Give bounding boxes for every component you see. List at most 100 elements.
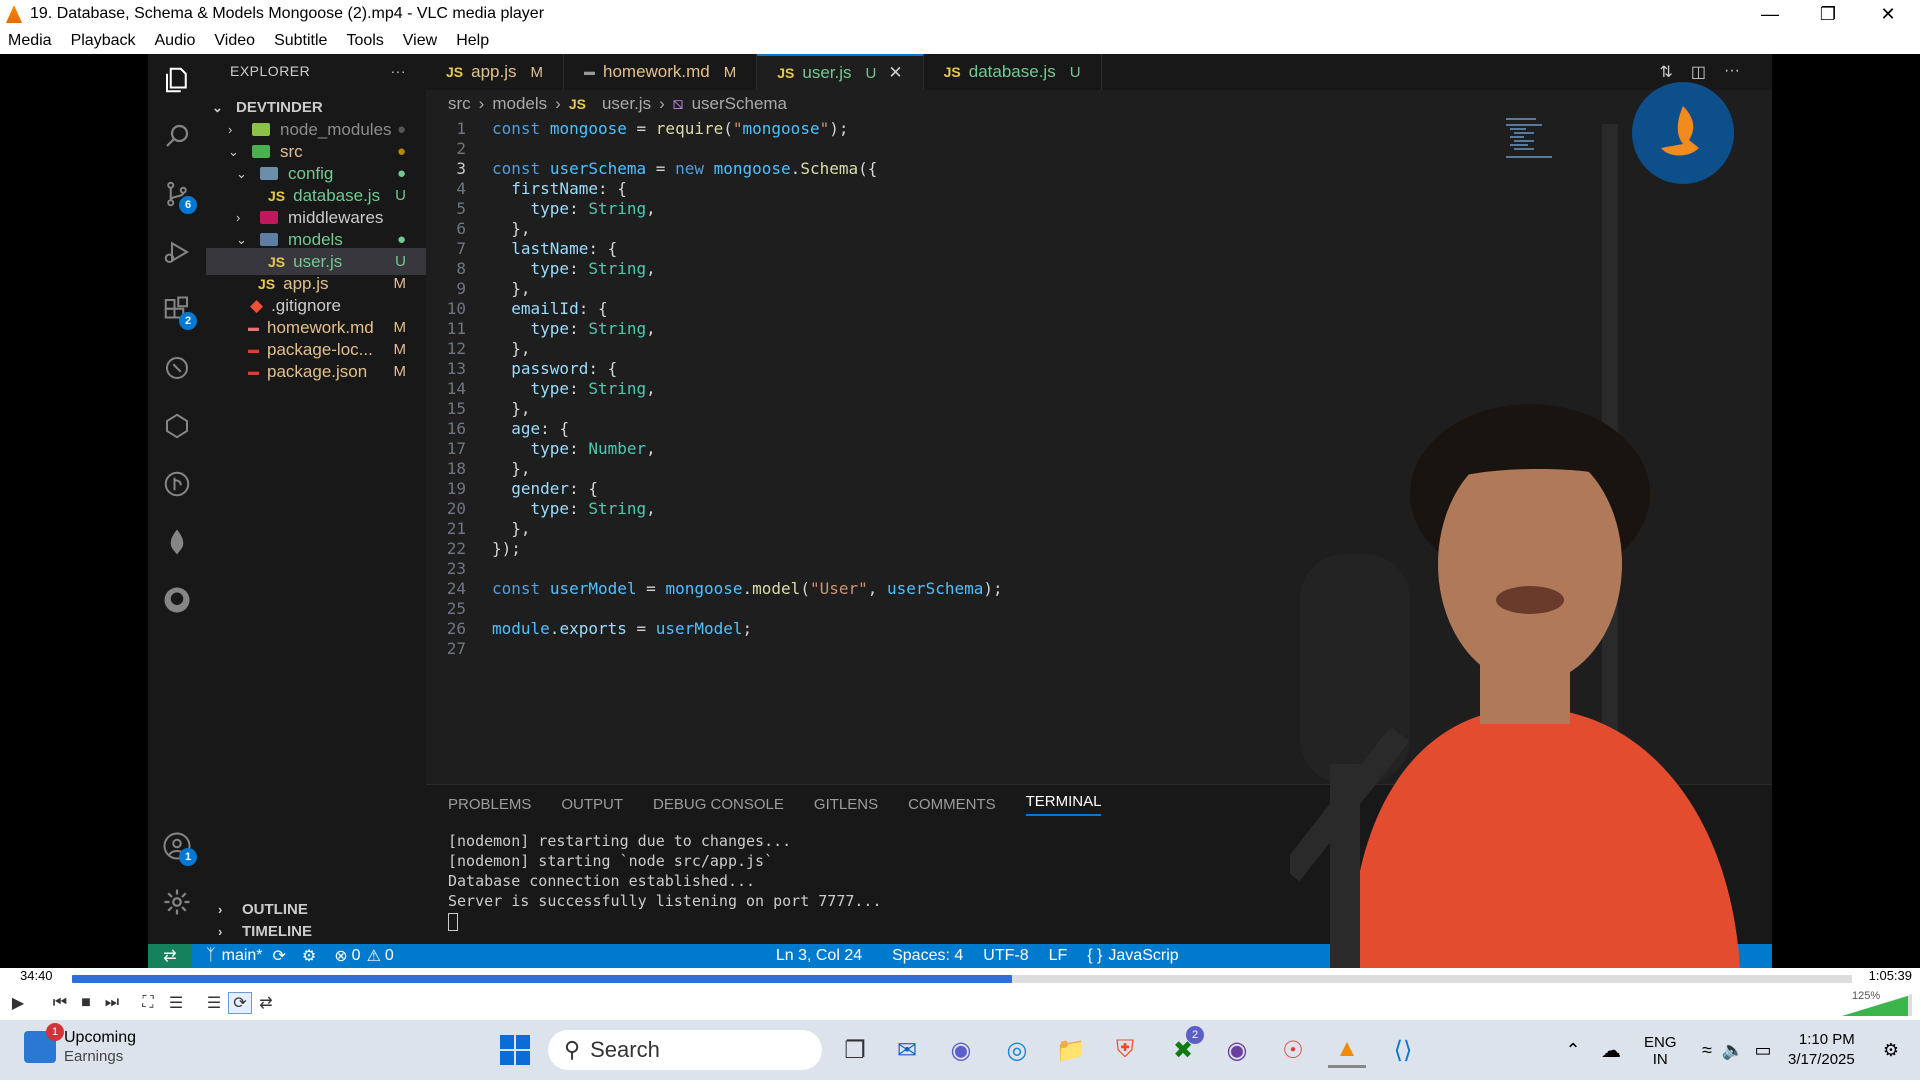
menu-media[interactable]: Media (0, 32, 63, 50)
extended-settings-icon[interactable]: ☰ (164, 992, 188, 1014)
remote-icon[interactable]: ⇄ (148, 944, 192, 968)
fullscreen-icon[interactable]: ⛶ (136, 992, 160, 1014)
folder-icon (260, 211, 278, 224)
menu-subtitle[interactable]: Subtitle (266, 32, 338, 50)
task-view-icon[interactable]: ❐ (836, 1032, 874, 1068)
playlist-icon[interactable]: ☰ (202, 992, 226, 1014)
tab-problems[interactable]: PROBLEMS (448, 796, 531, 813)
widgets-button[interactable]: 1 Upcoming Earnings (24, 1023, 136, 1066)
explorer-icon[interactable] (161, 64, 193, 96)
minimize-button[interactable]: — (1742, 0, 1798, 28)
edge-icon[interactable]: ◎ (998, 1032, 1036, 1068)
language-mode[interactable]: JavaScrip (1108, 947, 1178, 965)
teams-icon[interactable]: ◉ (942, 1032, 980, 1068)
source-control-icon[interactable]: 6 (161, 178, 197, 214)
shuffle-icon[interactable]: ⇄ (254, 992, 278, 1014)
tab-label: database.js (968, 62, 1056, 81)
breadcrumb-item[interactable]: models (492, 94, 547, 114)
restore-button[interactable]: ❐ (1800, 0, 1856, 28)
volume-slider[interactable]: 125% (1842, 990, 1912, 1016)
tab-user-js[interactable]: JS user.js U ✕ (757, 54, 924, 90)
run-debug-icon[interactable] (161, 236, 193, 268)
tab-debug-console[interactable]: DEBUG CONSOLE (653, 796, 784, 813)
outlook-icon[interactable]: ✉ (888, 1032, 926, 1068)
line-number: 10 (446, 298, 466, 318)
eol[interactable]: LF (1049, 947, 1068, 965)
error-count[interactable]: 0 (352, 947, 361, 965)
menu-video[interactable]: Video (206, 32, 266, 50)
start-button[interactable] (496, 1032, 534, 1068)
notifications-icon[interactable]: ⚙ (1872, 1032, 1910, 1068)
breadcrumb-item[interactable]: user.js (602, 94, 651, 114)
timeline-section[interactable]: › TIMELINE (206, 918, 426, 944)
menu-tools[interactable]: Tools (338, 32, 394, 50)
js-file-icon: JS (777, 65, 795, 81)
vlc-menu-bar: Media Playback Audio Video Subtitle Tool… (0, 28, 1920, 54)
folder-icon (260, 233, 278, 246)
onedrive-icon[interactable]: ☁ (1592, 1032, 1630, 1068)
tab-database-js[interactable]: JS database.js U (924, 54, 1102, 90)
recorder-icon[interactable]: ◉ (1218, 1032, 1256, 1068)
menu-help[interactable]: Help (448, 32, 500, 50)
language-indicator[interactable]: ENG IN (1644, 1034, 1677, 1068)
terminal-cursor[interactable] (448, 913, 458, 931)
vlc-taskbar-icon[interactable]: ▲ (1328, 1032, 1366, 1068)
split-editor-icon[interactable]: ◫ (1691, 62, 1706, 82)
tab-terminal[interactable]: TERMINAL (1025, 793, 1102, 816)
battery-icon[interactable]: ▭ (1744, 1032, 1782, 1068)
sync-icon[interactable]: ⟳ (273, 946, 286, 966)
markdown-icon: ▬ (584, 66, 595, 78)
gitlens-icon[interactable] (161, 468, 193, 500)
clock[interactable]: 1:10 PM 3/17/2025 (1788, 1030, 1855, 1070)
channel-logo (1632, 82, 1734, 184)
brave-icon[interactable]: ⛨ (1106, 1032, 1144, 1068)
minimap[interactable] (1506, 116, 1586, 166)
settings-gear-icon[interactable] (161, 886, 193, 918)
stop-icon[interactable]: ■ (74, 992, 98, 1014)
tree-item-package-json[interactable]: ▬ package.json M (206, 358, 426, 385)
indent-setting[interactable]: Spaces: 4 (892, 947, 963, 965)
next-icon[interactable]: ⏭ (100, 992, 124, 1014)
remote-explorer-icon[interactable] (161, 352, 193, 384)
extensions-icon[interactable]: 2 (161, 294, 197, 330)
github-icon[interactable] (161, 584, 193, 616)
breadcrumb-item[interactable]: userSchema (692, 94, 787, 114)
search-icon[interactable] (161, 120, 193, 152)
line-number: 12 (446, 338, 466, 358)
breadcrumb-item[interactable]: src (448, 94, 471, 114)
video-frame[interactable]: 6 2 1 EXPLORER ··· ⌄ DEVTINDER › node_mo… (0, 54, 1920, 968)
close-tab-icon[interactable]: ✕ (888, 63, 902, 83)
play-icon[interactable]: ▶ (6, 992, 30, 1014)
taskbar-search[interactable]: ⚲ Search (548, 1030, 822, 1070)
seek-bar[interactable] (72, 975, 1852, 983)
file-explorer-icon[interactable]: 📁 (1052, 1032, 1090, 1068)
menu-view[interactable]: View (395, 32, 448, 50)
close-button[interactable]: ✕ (1860, 0, 1916, 28)
accounts-icon[interactable]: 1 (161, 830, 197, 866)
show-hidden-icons[interactable]: ⌃ (1554, 1032, 1592, 1068)
tab-output[interactable]: OUTPUT (561, 796, 623, 813)
branch-name[interactable]: main* (222, 947, 263, 965)
tab-homework-md[interactable]: ▬ homework.md M (564, 54, 758, 90)
mongodb-icon[interactable] (161, 526, 193, 558)
compare-icon[interactable]: ⇅ (1659, 62, 1672, 82)
line-text: }, (511, 338, 531, 358)
xbox-icon[interactable]: ✖ 2 (1164, 1026, 1204, 1068)
loop-icon[interactable]: ⟳ (228, 992, 252, 1014)
more-actions-icon[interactable]: ··· (1724, 62, 1740, 82)
tab-app-js[interactable]: JS app.js M (426, 54, 564, 90)
warning-count[interactable]: 0 (385, 947, 394, 965)
previous-icon[interactable]: ⏮ (48, 992, 72, 1014)
more-actions-icon[interactable]: ··· (391, 63, 407, 79)
line-number: 22 (446, 538, 466, 558)
testing-icon[interactable] (161, 410, 193, 442)
menu-playback[interactable]: Playback (63, 32, 147, 50)
git-graph-icon[interactable]: ⚙ (302, 946, 316, 966)
cursor-position[interactable]: Ln 3, Col 24 (776, 947, 862, 965)
vscode-taskbar-icon[interactable]: ⟨⟩ (1384, 1032, 1422, 1068)
encoding[interactable]: UTF-8 (983, 947, 1028, 965)
chrome-icon[interactable]: ☉ (1274, 1032, 1312, 1068)
tab-gitlens[interactable]: GITLENS (814, 796, 878, 813)
menu-audio[interactable]: Audio (147, 32, 207, 50)
tab-comments[interactable]: COMMENTS (908, 796, 996, 813)
